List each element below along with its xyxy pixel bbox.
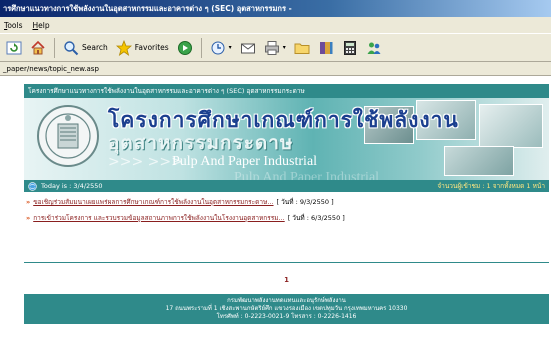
search-button[interactable]: Search bbox=[61, 37, 110, 59]
messenger-icon bbox=[366, 40, 382, 56]
banner-photo bbox=[444, 146, 514, 176]
globe-icon bbox=[28, 181, 37, 191]
news-title-link[interactable]: การเข้าร่วมโครงการ และรวบรวมข้อมูลสถานภา… bbox=[33, 213, 285, 223]
history-button[interactable]: ▾ bbox=[208, 37, 234, 59]
address-bar[interactable]: _paper/news/topic_new.asp bbox=[0, 62, 551, 76]
footer-line: กรมพัฒนาพลังงานทดแทนและอนุรักษ์พลังงาน bbox=[227, 297, 346, 304]
news-date: [ วันที่ : 9/3/2550 ] bbox=[276, 198, 334, 206]
site-footer: กรมพัฒนาพลังงานทดแทนและอนุรักษ์พลังงาน 1… bbox=[24, 294, 549, 324]
search-icon bbox=[63, 40, 79, 56]
site-frame: โครงการศึกษาแนวทางการใช้พลังงานในอุตสาหก… bbox=[24, 84, 549, 342]
mail-icon bbox=[240, 40, 256, 56]
page-count-text: จำนวนผู้เข้าชม : 1 จากทั้งหมด 1 หน้า bbox=[437, 182, 545, 190]
banner-title-english-ghost: Pulp And Paper Industrial bbox=[234, 170, 380, 180]
folder-icon bbox=[294, 40, 310, 56]
window-title: ารศึกษาแนวทางการใช้พลังงานในอุตสาหกรรมแล… bbox=[3, 4, 292, 13]
calculator-icon bbox=[342, 40, 358, 56]
mail-button[interactable] bbox=[238, 37, 258, 59]
media-icon bbox=[177, 40, 193, 56]
today-date: Today is : 3/4/2550 bbox=[41, 182, 103, 190]
refresh-button[interactable] bbox=[4, 37, 24, 59]
print-icon bbox=[264, 40, 280, 56]
footer-address: 17 ถนนพระรามที่ 1 เชิงสะพานกษัตริย์ศึก แ… bbox=[165, 305, 408, 312]
home-button[interactable] bbox=[28, 37, 48, 59]
site-header-bar: โครงการศึกษาแนวทางการใช้พลังงานในอุตสาหก… bbox=[24, 84, 549, 98]
toolbar-separator bbox=[54, 37, 55, 58]
favorites-label: Favorites bbox=[134, 43, 169, 52]
news-list: » ขอเชิญร่วมสัมมนาเผยแพร่ผลการศึกษาเกณฑ์… bbox=[24, 194, 549, 226]
messenger-button[interactable] bbox=[316, 37, 336, 59]
bullet-arrow-icon: » bbox=[26, 214, 31, 222]
status-strip: Today is : 3/4/2550 จำนวนผู้เข้าชม : 1 จ… bbox=[24, 180, 549, 192]
chevron-down-icon[interactable]: ▾ bbox=[229, 44, 232, 51]
bullet-arrow-icon: » bbox=[26, 198, 31, 206]
banner-photo bbox=[479, 104, 543, 148]
page-content: โครงการศึกษาแนวทางการใช้พลังงานในอุตสาหก… bbox=[0, 76, 551, 342]
address-value[interactable]: _paper/news/topic_new.asp bbox=[3, 65, 99, 73]
toolbar-separator bbox=[200, 37, 202, 58]
home-icon bbox=[30, 40, 46, 56]
pagination-page[interactable]: 1 bbox=[24, 276, 549, 284]
chevron-down-icon[interactable]: ▾ bbox=[283, 44, 286, 51]
search-label: Search bbox=[82, 43, 108, 52]
research-icon bbox=[318, 40, 334, 56]
menu-help[interactable]: Help bbox=[32, 21, 49, 30]
toolbar: Search Favorites ▾ ▾ bbox=[0, 33, 551, 62]
window-title-bar: ารศึกษาแนวทางการใช้พลังงานในอุตสาหกรรมแล… bbox=[0, 0, 551, 17]
news-title-link[interactable]: ขอเชิญร่วมสัมมนาเผยแพร่ผลการศึกษาเกณฑ์กา… bbox=[33, 197, 273, 207]
footer-contact: โทรศัพท์ : 0-2223-0021-9 โทรสาร : 0-2226… bbox=[216, 313, 357, 320]
list-item[interactable]: » ขอเชิญร่วมสัมมนาเผยแพร่ผลการศึกษาเกณฑ์… bbox=[24, 194, 549, 210]
divider bbox=[24, 262, 549, 263]
site-header-text: โครงการศึกษาแนวทางการใช้พลังงานในอุตสาหก… bbox=[28, 87, 305, 95]
messenger-people-button[interactable] bbox=[364, 37, 384, 59]
menu-tools[interactable]: Tools bbox=[4, 21, 22, 30]
list-item[interactable]: » การเข้าร่วมโครงการ และรวบรวมข้อมูลสถาน… bbox=[24, 210, 549, 226]
discuss-button[interactable] bbox=[340, 37, 360, 59]
refresh-icon bbox=[6, 40, 22, 56]
site-banner: โครงการศึกษาเกณฑ์การใช้พลังงาน อุตสาหกรร… bbox=[24, 98, 549, 180]
favorites-star-icon bbox=[115, 39, 132, 56]
seal-emblem-icon bbox=[36, 104, 100, 168]
favorites-button[interactable]: Favorites bbox=[114, 37, 171, 59]
media-button[interactable] bbox=[175, 37, 195, 59]
folder-button[interactable] bbox=[292, 37, 312, 59]
menu-bar: Tools Help bbox=[0, 17, 551, 33]
history-icon bbox=[210, 40, 226, 56]
print-button[interactable]: ▾ bbox=[262, 37, 288, 59]
banner-title-english: Pulp And Paper Industrial bbox=[172, 154, 318, 169]
news-date: [ วันที่ : 6/3/2550 ] bbox=[287, 214, 345, 222]
